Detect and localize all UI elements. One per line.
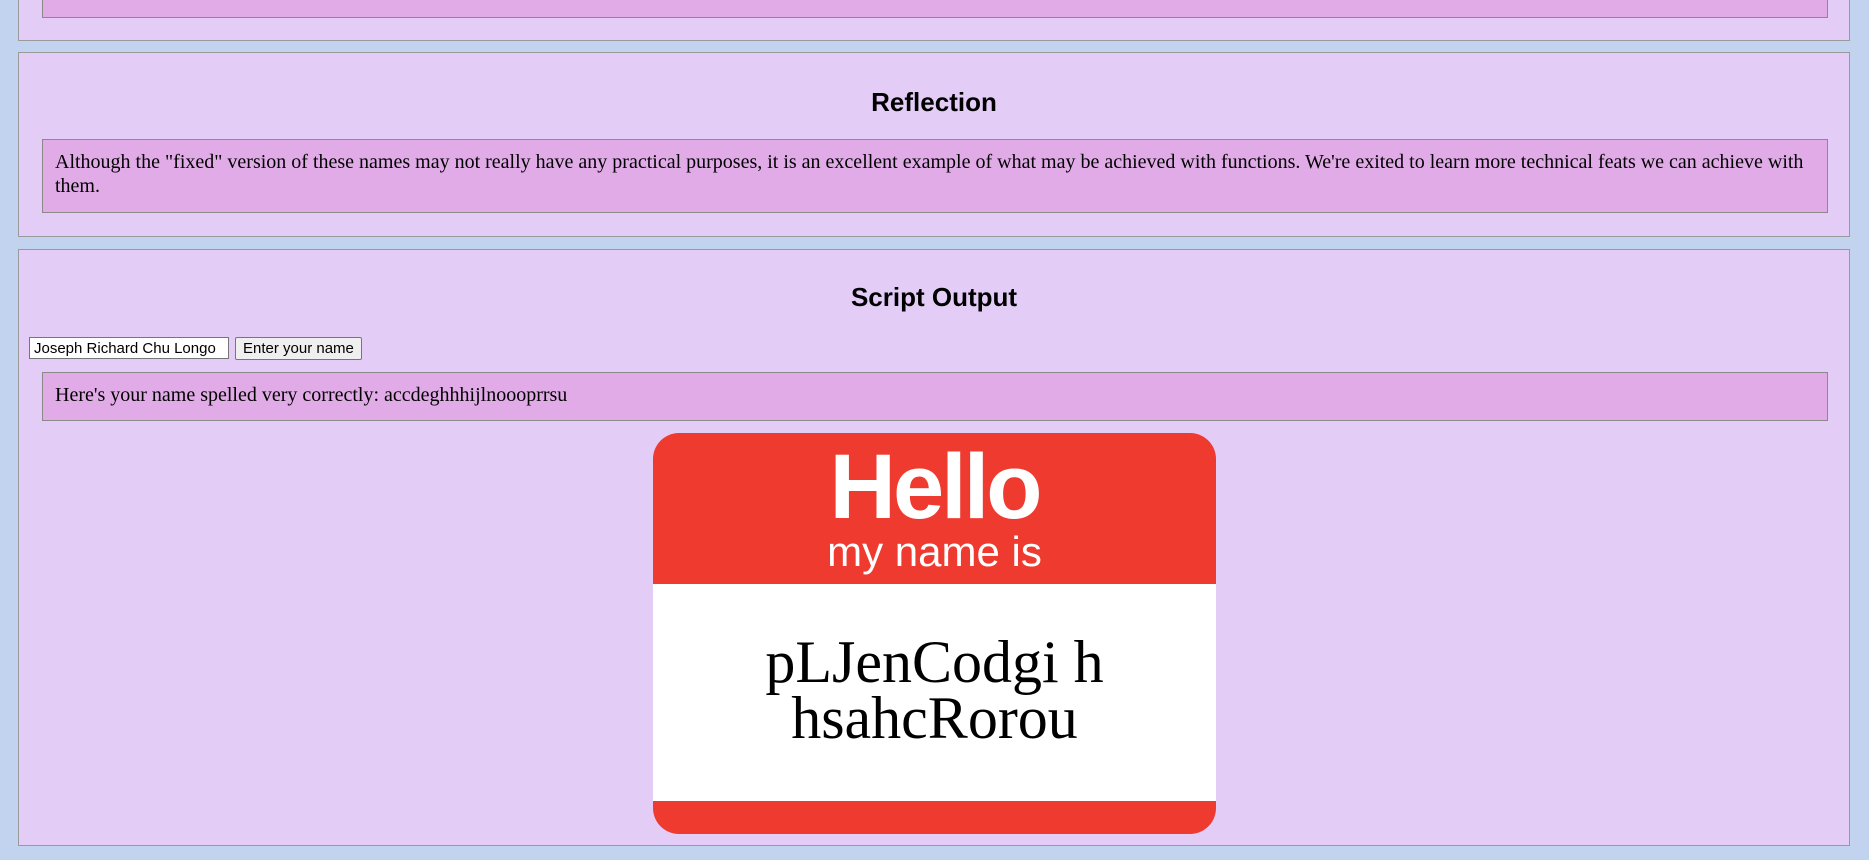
name-tag-line-2: hsahcRorou <box>791 685 1078 751</box>
reflection-title: Reflection <box>871 87 997 117</box>
previous-section-text-box <box>42 0 1828 18</box>
script-output-title: Script Output <box>850 282 1018 312</box>
result-text-box: Here's your name spelled very correctly:… <box>42 372 1828 421</box>
hello-name-tag: Hello my name is pLJenCodgi h hsahcRorou <box>653 433 1216 834</box>
name-tag-line-1: pLJenCodgi h <box>765 629 1104 695</box>
name-tag-my-name-is-text: my name is <box>827 528 1042 575</box>
reflection-text-box: Although the "fixed" version of these na… <box>42 139 1828 213</box>
name-input[interactable] <box>29 337 229 359</box>
enter-name-button[interactable]: Enter your name <box>235 337 362 360</box>
name-tag-scrambled-name: pLJenCodgi h hsahcRorou <box>653 629 1216 751</box>
page: Reflection Although the "fixed" version … <box>0 0 1869 860</box>
reflection-section: Reflection Although the "fixed" version … <box>18 52 1850 237</box>
previous-section <box>18 0 1850 41</box>
name-tag-hello-text: Hello <box>829 436 1043 538</box>
